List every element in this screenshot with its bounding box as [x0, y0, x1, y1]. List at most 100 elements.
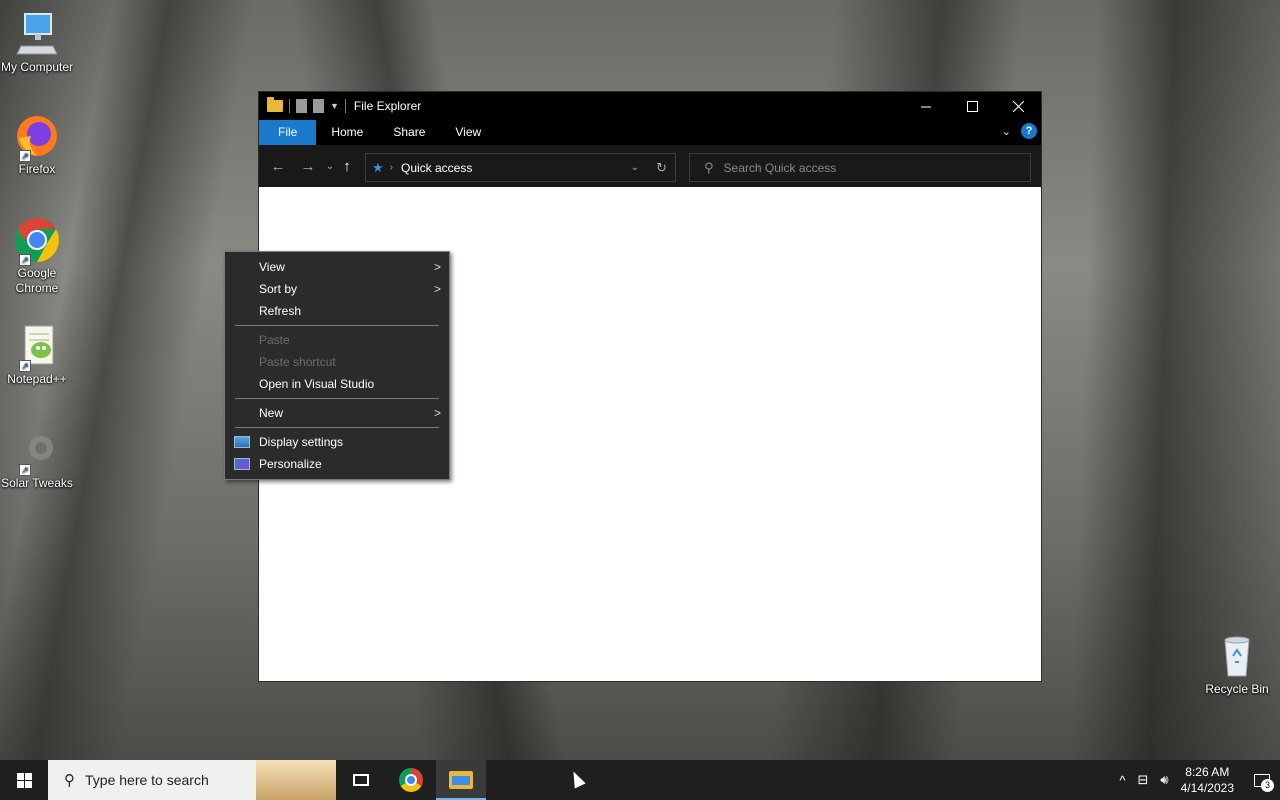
- window-title: File Explorer: [353, 99, 422, 113]
- menu-item-paste: Paste: [259, 333, 290, 347]
- window-controls: [903, 92, 1041, 120]
- notification-count-badge: 3: [1261, 779, 1274, 792]
- chrome-icon: ↗: [13, 216, 61, 266]
- arrow-left-icon: ←: [270, 157, 286, 175]
- navigation-bar: ← → ⌄ ↑ ★ › Quick access ⌄ ↻ ⚲ Search Qu…: [259, 145, 1041, 187]
- desktop-icon-firefox[interactable]: ↗ Firefox: [0, 112, 74, 177]
- taskbar-file-explorer-button[interactable]: [436, 760, 486, 800]
- minimize-button[interactable]: [903, 92, 949, 120]
- show-hidden-icons-chevron-icon[interactable]: ^: [1119, 773, 1125, 788]
- menu-item-refresh[interactable]: Refresh: [225, 300, 449, 322]
- shortcut-arrow-icon: ↗: [19, 150, 31, 162]
- taskbar-search-placeholder[interactable]: Type here to search: [85, 772, 209, 788]
- menu-item-sort-by[interactable]: Sort by >: [225, 278, 449, 300]
- back-button[interactable]: ←: [263, 158, 293, 175]
- desktop-icon-label: Google Chrome: [15, 266, 59, 295]
- context-menu: View > Sort by > Refresh Paste Paste sho…: [224, 251, 450, 480]
- desktop-icon-google-chrome[interactable]: ↗ Google Chrome: [0, 216, 74, 296]
- clock[interactable]: 8:26 AM 4/14/2023: [1181, 764, 1234, 796]
- submenu-arrow-icon: >: [433, 260, 441, 274]
- display-settings-icon: [234, 436, 250, 448]
- menu-separator: [235, 398, 439, 399]
- recent-locations-button[interactable]: ⌄: [323, 161, 337, 172]
- personalize-icon: [234, 458, 250, 470]
- customize-toolbar-icon[interactable]: ▼: [330, 101, 339, 111]
- close-icon: [1012, 100, 1024, 112]
- firefox-icon: ↗: [13, 112, 61, 162]
- taskbar-search-box[interactable]: ⚲ Type here to search: [48, 760, 336, 800]
- chrome-icon: [399, 768, 423, 792]
- windows-logo-icon: [16, 772, 32, 788]
- new-folder-icon[interactable]: [313, 99, 324, 113]
- task-view-icon: [353, 774, 369, 786]
- properties-icon[interactable]: [296, 99, 307, 113]
- shortcut-arrow-icon: ↗: [19, 254, 31, 266]
- maximize-button[interactable]: [949, 92, 995, 120]
- clock-time: 8:26 AM: [1185, 765, 1230, 779]
- menu-item-open-in-visual-studio[interactable]: Open in Visual Studio: [225, 373, 449, 395]
- start-button[interactable]: [0, 760, 48, 800]
- address-text[interactable]: Quick access: [401, 161, 472, 175]
- task-view-button[interactable]: [336, 760, 386, 800]
- menu-item-personalize[interactable]: Personalize: [225, 453, 449, 475]
- minimize-icon: [920, 106, 931, 107]
- action-center-button[interactable]: 3: [1244, 760, 1280, 800]
- expand-ribbon-icon[interactable]: ⌄: [1002, 125, 1011, 138]
- folder-icon: [267, 97, 283, 112]
- taskbar-chrome-button[interactable]: [386, 760, 436, 800]
- menu-item-view[interactable]: View >: [225, 256, 449, 278]
- desktop-icon-label: Recycle Bin: [1205, 682, 1269, 696]
- menu-item-new[interactable]: New >: [225, 402, 449, 424]
- solar-tweaks-icon: ↗: [13, 426, 61, 476]
- title-bar[interactable]: ▼ File Explorer: [259, 92, 1041, 120]
- file-explorer-icon: [449, 771, 473, 789]
- recycle-bin-icon: [1213, 632, 1261, 680]
- close-button[interactable]: [995, 92, 1041, 120]
- menu-item-display-settings[interactable]: Display settings: [225, 431, 449, 453]
- network-icon[interactable]: ⊟: [1138, 772, 1149, 788]
- quick-access-star-icon: ★: [372, 159, 384, 175]
- tab-home[interactable]: Home: [316, 120, 378, 145]
- computer-icon: [13, 10, 61, 58]
- desktop-icon-my-computer[interactable]: My Computer: [0, 10, 74, 75]
- maximize-icon: [966, 100, 978, 112]
- shortcut-arrow-icon: ↗: [19, 360, 31, 372]
- desktop-icon-recycle-bin[interactable]: Recycle Bin: [1200, 632, 1274, 697]
- desktop-icon-notepad-plus-plus[interactable]: ↗ Notepad++: [0, 322, 74, 387]
- submenu-arrow-icon: >: [433, 406, 441, 420]
- ribbon-tabs: File Home Share View ⌄ ?: [259, 120, 1041, 145]
- search-placeholder[interactable]: Search Quick access: [724, 161, 837, 175]
- desktop-icon-label: My Computer: [0, 60, 74, 74]
- tab-view[interactable]: View: [440, 120, 496, 145]
- up-button[interactable]: ↑: [337, 158, 357, 175]
- clock-date: 4/14/2023: [1180, 781, 1234, 795]
- arrow-right-icon: →: [300, 157, 316, 175]
- menu-item-paste-shortcut: Paste shortcut: [259, 355, 336, 369]
- search-highlight-art-icon[interactable]: [256, 760, 336, 800]
- arrow-up-icon: ↑: [343, 157, 351, 175]
- help-icon[interactable]: ?: [1021, 123, 1037, 139]
- notepad-plus-plus-icon: ↗: [13, 322, 61, 372]
- address-bar[interactable]: ★ › Quick access ⌄ ↻: [365, 153, 676, 182]
- desktop-icon-label: Solar Tweaks: [1, 476, 73, 490]
- volume-icon[interactable]: 🔊︎: [1160, 772, 1168, 788]
- taskbar: ⚲ Type here to search ^ ⊟ 🔊︎ 8:26 AM 4/1…: [0, 760, 1280, 800]
- chevron-down-icon: ⌄: [325, 160, 335, 172]
- desktop-icon-label: Notepad++: [7, 372, 67, 386]
- search-box[interactable]: ⚲ Search Quick access: [689, 153, 1031, 182]
- shortcut-arrow-icon: ↗: [19, 464, 31, 476]
- search-icon: ⚲: [64, 772, 75, 789]
- menu-separator: [235, 427, 439, 428]
- search-icon: ⚲: [704, 159, 714, 175]
- menu-separator: [235, 325, 439, 326]
- submenu-arrow-icon: >: [433, 282, 441, 296]
- tab-share[interactable]: Share: [378, 120, 440, 145]
- desktop-icon-solar-tweaks[interactable]: ↗ Solar Tweaks: [0, 426, 74, 491]
- forward-button[interactable]: →: [293, 158, 323, 175]
- desktop-icon-label: Firefox: [18, 162, 56, 176]
- address-dropdown-icon[interactable]: ⌄: [631, 162, 639, 173]
- tab-file[interactable]: File: [259, 120, 317, 145]
- system-tray: ^ ⊟ 🔊︎ 8:26 AM 4/14/2023 3: [1113, 760, 1280, 800]
- refresh-icon[interactable]: ↻: [656, 160, 667, 176]
- breadcrumb-separator-icon[interactable]: ›: [390, 162, 393, 173]
